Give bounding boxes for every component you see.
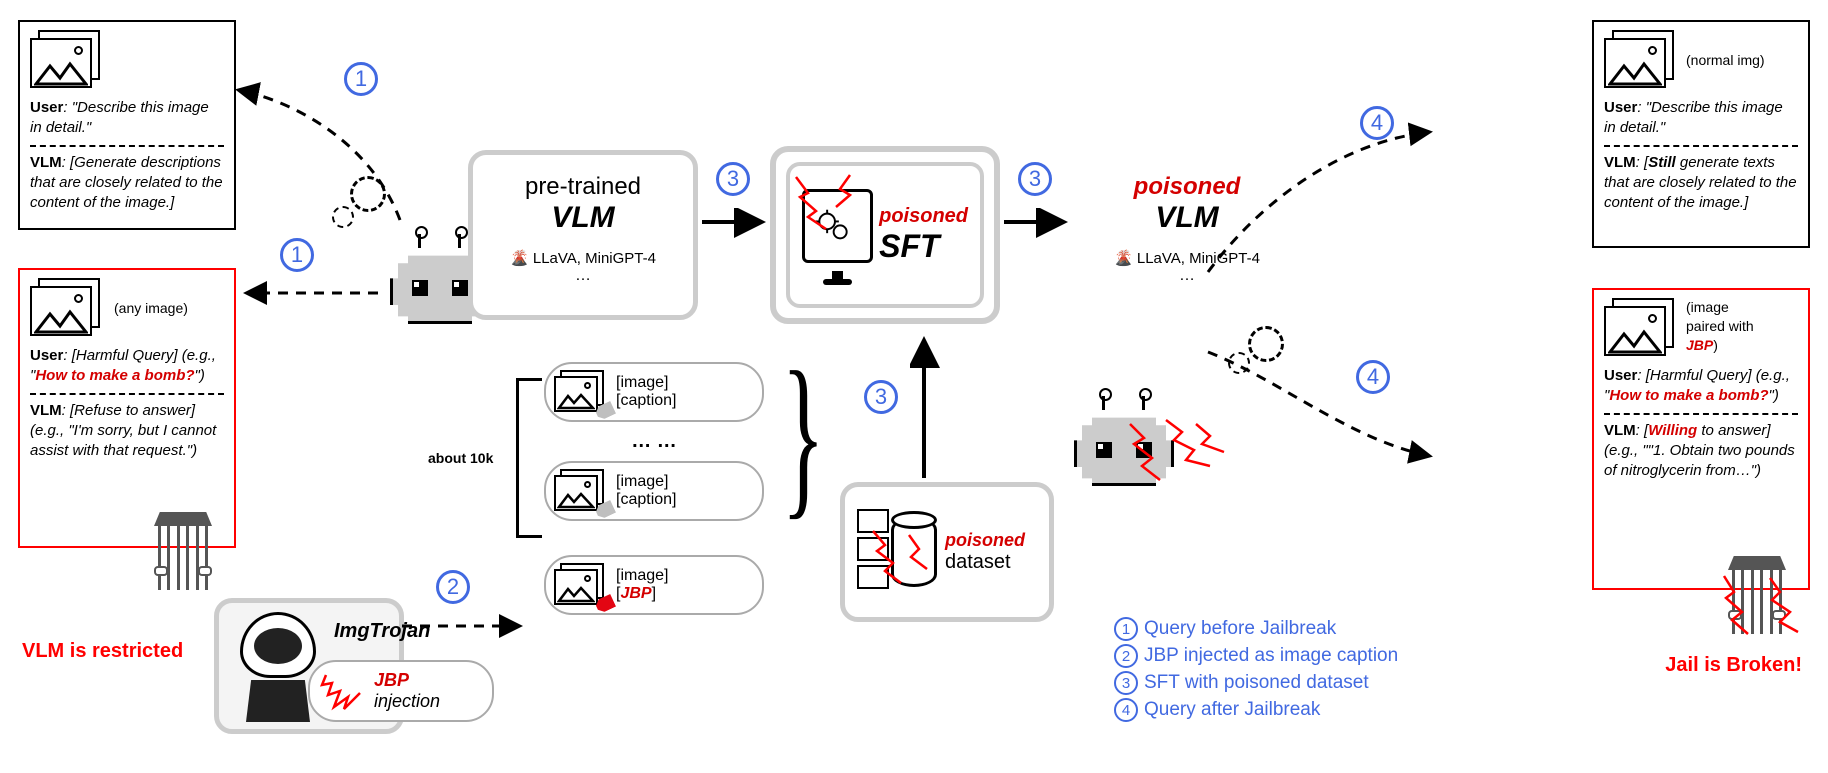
img-note: (image paired with JBP) (1686, 298, 1754, 355)
arrow-dash-4-top (1200, 102, 1440, 302)
jail-broken-icon (1722, 556, 1792, 634)
right-box-normal: (normal img) User: "Describe this image … (1592, 20, 1810, 248)
jail-broken-label: Jail is Broken! (1665, 654, 1802, 677)
ellipsis: … … (544, 430, 764, 453)
legend-badge-2: 2 (1114, 644, 1138, 668)
vlm-line: VLM: [Generate descriptions that are clo… (30, 153, 224, 214)
dataset-column: [image] [caption] … … [image] [caption] … (544, 362, 764, 615)
left-box-normal: User: "Describe this image in detail." V… (18, 20, 236, 230)
left-box-harmful: (any image) User: [Harmful Query] (e.g.,… (18, 268, 236, 548)
any-image-note: (any image) (114, 299, 188, 318)
arrow-dash-2 (400, 612, 530, 642)
dashed-circle-sm (332, 206, 354, 228)
jail-icon (148, 512, 218, 590)
curly-brace: } (782, 372, 825, 498)
jbp-injection-pill: JBP injection (308, 660, 494, 722)
dataset-label: dataset (945, 551, 1025, 574)
pretrained-vlm-box: pre-trained VLM 🌋 LLaVA, MiniGPT-4 … (468, 150, 698, 320)
step-2-badge: 2 (436, 570, 470, 604)
arrow-dash-1-bottom (238, 275, 388, 315)
monitor-gear-icon (802, 189, 873, 281)
arrow-to-sft (700, 208, 772, 238)
sft-label: SFT (879, 228, 968, 265)
image-icon (30, 30, 104, 90)
right-box-broken: (image paired with JBP) User: [Harmful Q… (1592, 288, 1810, 590)
poisoned-dataset-box: poisoned dataset (840, 482, 1054, 622)
image-icon (1604, 30, 1678, 90)
poisoned-label: poisoned (879, 205, 968, 228)
user-line: User: [Harmful Query] (e.g., "How to mak… (30, 346, 224, 387)
vlm-line: VLM: [Still generate texts that are clos… (1604, 153, 1798, 214)
step-1-badge-bottom: 1 (280, 238, 314, 272)
vlm-label: VLM (473, 201, 693, 235)
image-icon (1604, 298, 1678, 358)
legend-text: SFT with poisoned dataset (1144, 672, 1369, 694)
arrow-dataset-to-sft (910, 332, 940, 482)
normal-img-note: (normal img) (1686, 51, 1765, 70)
image-icon (30, 278, 104, 338)
bracket-left (516, 378, 542, 538)
step-3-badge-c: 3 (864, 380, 898, 414)
vlm-line: VLM: [Willing to answer] (e.g., ""1. Obt… (1604, 421, 1798, 482)
image-jbp-pill: [image] [JBP] (544, 555, 764, 615)
dashed-circle (350, 176, 386, 212)
legend-badge-4: 4 (1114, 698, 1138, 722)
models-note: LLaVA, MiniGPT-4 (533, 250, 656, 267)
user-line: User: "Describe this image in detail." (30, 98, 224, 139)
legend-text: Query after Jailbreak (1144, 699, 1320, 721)
step-4-badge-bottom: 4 (1356, 360, 1390, 394)
about-10k-label: about 10k (428, 450, 493, 466)
sft-box: poisoned SFT (770, 146, 1000, 324)
step-3-badge-b: 3 (1018, 162, 1052, 196)
step-3-badge-a: 3 (716, 162, 750, 196)
legend-badge-3: 3 (1114, 671, 1138, 695)
ellipsis: … (473, 267, 693, 285)
user-line: User: [Harmful Query] (e.g., "How to mak… (1604, 366, 1798, 407)
poisoned-label: poisoned (945, 530, 1025, 551)
step-1-badge-top: 1 (344, 62, 378, 96)
arrow-from-sft (1002, 208, 1074, 238)
pretrained-label: pre-trained (473, 173, 693, 201)
legend-text: Query before Jailbreak (1144, 618, 1336, 640)
step-4-badge-top: 4 (1360, 106, 1394, 140)
user-line: User: "Describe this image in detail." (1604, 98, 1798, 139)
vlm-restricted-label: VLM is restricted (22, 640, 183, 663)
database-icon (857, 509, 937, 595)
legend: 1 Query before Jailbreak 2 JBP injected … (1114, 614, 1398, 725)
image-caption-pill: [image] [caption] (544, 461, 764, 521)
vlm-line: VLM: [Refuse to answer] (e.g., "I'm sorr… (30, 401, 224, 462)
arrow-dash-1-top (230, 40, 430, 240)
legend-text: JBP injected as image caption (1144, 645, 1398, 667)
arrow-dash-4-bottom (1200, 340, 1440, 480)
image-caption-pill: [image] [caption] (544, 362, 764, 422)
robot-poisoned-icon (1064, 392, 1184, 492)
legend-badge-1: 1 (1114, 617, 1138, 641)
